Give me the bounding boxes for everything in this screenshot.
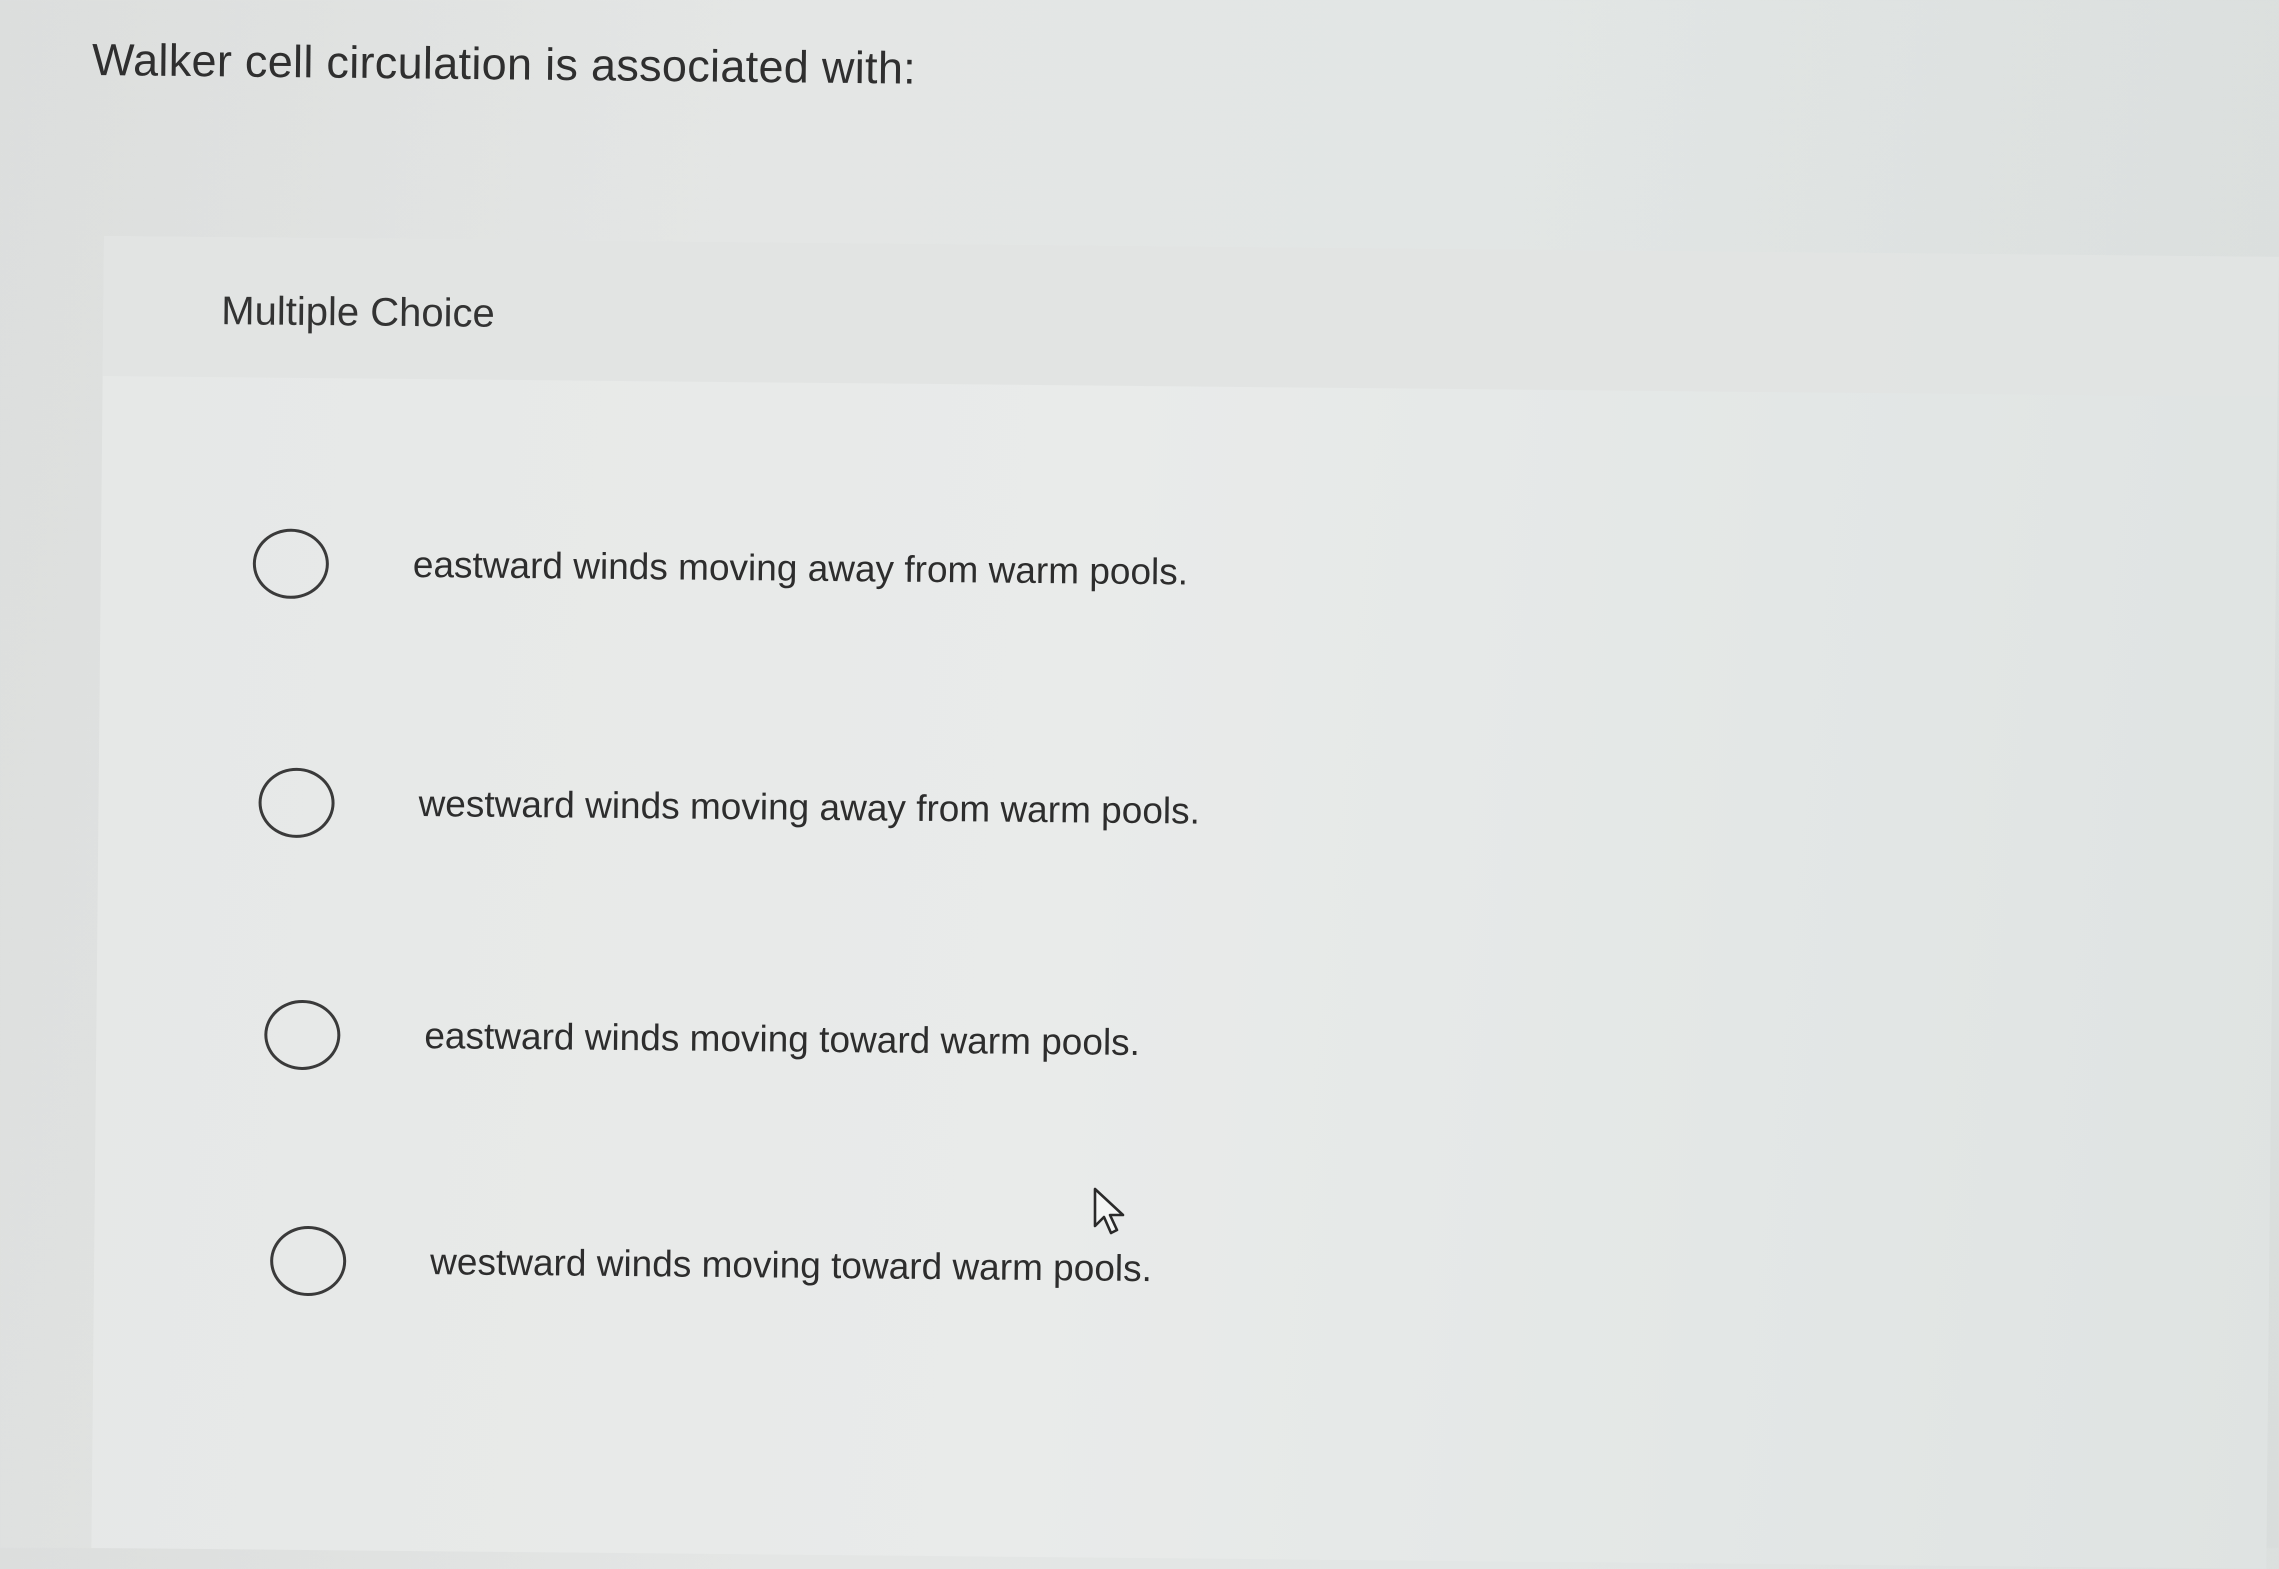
radio-button-icon[interactable] xyxy=(252,528,330,600)
answer-option-4[interactable]: westward winds moving toward warm pools. xyxy=(269,1186,1670,1349)
answer-option-label[interactable]: westward winds moving away from warm poo… xyxy=(418,783,1200,832)
answer-option-label[interactable]: eastward winds moving toward warm pools. xyxy=(424,1015,1140,1064)
answer-option-3[interactable]: eastward winds moving toward warm pools. xyxy=(264,960,1665,1123)
radio-button-icon[interactable] xyxy=(258,767,335,839)
answer-option-2[interactable]: westward winds moving away from warm poo… xyxy=(258,728,1659,891)
multiple-choice-header: Multiple Choice xyxy=(102,236,2279,397)
multiple-choice-panel: Multiple Choice eastward winds moving aw… xyxy=(91,236,2279,1569)
radio-button-icon[interactable] xyxy=(264,999,341,1071)
answer-option-label[interactable]: eastward winds moving away from warm poo… xyxy=(413,544,1189,593)
radio-button-icon[interactable] xyxy=(269,1225,347,1297)
question-text: Walker cell circulation is associated wi… xyxy=(91,34,917,94)
mouse-pointer-icon xyxy=(1093,1187,1125,1235)
answer-option-1[interactable]: eastward winds moving away from warm poo… xyxy=(252,488,1653,651)
answer-option-label[interactable]: westward winds moving toward warm pools. xyxy=(430,1241,1152,1290)
multiple-choice-title: Multiple Choice xyxy=(221,289,495,336)
